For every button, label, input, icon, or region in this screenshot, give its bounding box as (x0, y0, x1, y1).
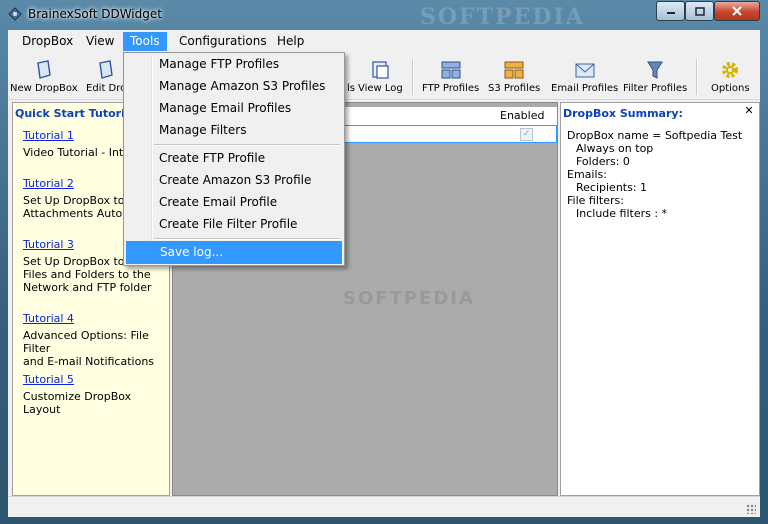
close-button[interactable] (714, 1, 760, 21)
s3-profiles-icon (504, 61, 524, 79)
app-icon (8, 7, 22, 21)
menu-item-manage-email-profiles[interactable]: Manage Email Profiles (126, 98, 340, 119)
summary-line: Include filters : * (576, 207, 668, 220)
close-icon[interactable]: ✕ (743, 105, 755, 117)
edit-dropbox-button[interactable]: Edit Dro (86, 59, 126, 94)
email-profiles-icon (575, 63, 595, 78)
menu-item-label: Manage Amazon S3 Profiles (159, 79, 326, 93)
view-log-button[interactable]: View Log (358, 59, 403, 94)
menu-item-label: Manage FTP Profiles (159, 57, 280, 71)
email-profiles-label: Email Profiles (551, 83, 619, 94)
tutorial-2-link[interactable]: Tutorial 2 (23, 177, 74, 190)
summary-line: File filters: (567, 194, 624, 207)
menu-item-save-log[interactable]: Save log... (126, 241, 342, 264)
menu-dropbox[interactable]: DropBox (15, 33, 80, 50)
summary-line: Always on top (576, 142, 654, 155)
new-dropbox-label: New DropBox (10, 83, 78, 94)
toolbar: New DropBox Edit Dro ls View Log FTP Pro… (8, 53, 760, 100)
menu-view[interactable]: View (79, 33, 121, 50)
watermark: SOFTPEDIA (420, 4, 585, 30)
options-button[interactable]: Options (711, 59, 750, 94)
edit-dropbox-label: Edit Dro (86, 83, 127, 94)
menu-item-label: Manage Filters (159, 123, 247, 137)
tutorial-1-link[interactable]: Tutorial 1 (23, 129, 74, 142)
client-area: DropBox View Tools Configurations Help N… (8, 30, 760, 517)
menu-item-create-email-profile[interactable]: Create Email Profile (126, 192, 340, 213)
tools-menu: Manage FTP Profiles Manage Amazon S3 Pro… (123, 52, 345, 266)
filter-profiles-button[interactable]: Filter Profiles (623, 59, 687, 94)
menu-help[interactable]: Help (270, 33, 311, 50)
minimize-button[interactable] (656, 1, 685, 21)
tutorial-4-link[interactable]: Tutorial 4 (23, 312, 74, 325)
menu-bar: DropBox View Tools Configurations Help (8, 30, 760, 52)
tutorial-5-desc: Customize DropBox Layout (23, 390, 132, 416)
menu-item-create-ftp-profile[interactable]: Create FTP Profile (126, 148, 340, 169)
tutorial-4-desc: Advanced Options: File Filter and E-mail… (23, 329, 155, 368)
close-icon (732, 6, 742, 16)
ftp-profiles-icon (441, 61, 461, 79)
menu-item-manage-filters[interactable]: Manage Filters (126, 120, 340, 141)
view-log-label: View Log (358, 83, 403, 94)
ftp-profiles-button[interactable]: FTP Profiles (422, 59, 479, 94)
gear-icon (722, 62, 739, 78)
s3-profiles-button[interactable]: S3 Profiles (488, 59, 540, 94)
softpedia-watermark-mark: SOFTPEDIA (343, 288, 475, 309)
summary-line: Emails: (567, 168, 607, 181)
menu-item-label: Manage Email Profiles (159, 101, 292, 115)
menu-item-label: Create File Filter Profile (159, 217, 298, 231)
menu-item-create-file-filter-profile[interactable]: Create File Filter Profile (126, 214, 340, 235)
view-log-icon (372, 61, 390, 79)
window-controls (656, 1, 760, 21)
menu-tools[interactable]: Tools (123, 32, 167, 51)
ftp-profiles-label: FTP Profiles (422, 83, 480, 94)
dropbox-summary-panel: DropBox Summary: ✕ DropBox name = Softpe… (560, 102, 760, 496)
s3-profiles-label: S3 Profiles (488, 83, 541, 94)
menu-configurations[interactable]: Configurations (172, 33, 274, 50)
resize-grip-icon[interactable] (746, 504, 756, 514)
menu-separator (154, 238, 340, 240)
enabled-checkbox[interactable]: ✓ (520, 128, 533, 141)
maximize-icon (694, 6, 705, 16)
menu-item-label: Create FTP Profile (159, 151, 266, 165)
email-profiles-button[interactable]: Email Profiles (551, 59, 618, 94)
toolbar-separator (412, 59, 414, 95)
menu-item-label: Create Email Profile (159, 195, 278, 209)
minimize-icon (666, 12, 675, 14)
tutorial-5-link[interactable]: Tutorial 5 (23, 373, 74, 386)
tutorial-3-link[interactable]: Tutorial 3 (23, 238, 74, 251)
toolbar-separator (696, 59, 698, 95)
summary-title: DropBox Summary: (563, 107, 683, 120)
menu-item-manage-s3-profiles[interactable]: Manage Amazon S3 Profiles (126, 76, 340, 97)
filter-profiles-icon (647, 61, 664, 79)
enabled-column-header[interactable]: Enabled (500, 109, 544, 122)
edit-dropbox-icon (99, 60, 113, 79)
new-dropbox-button[interactable]: New DropBox (10, 59, 78, 94)
menu-item-create-s3-profile[interactable]: Create Amazon S3 Profile (126, 170, 340, 191)
filter-profiles-label: Filter Profiles (623, 83, 688, 94)
tools-label: ls (347, 83, 355, 94)
summary-line: Recipients: 1 (576, 181, 648, 194)
app-window: BrainexSoft DDWidget SOFTPEDIA DropBox V… (0, 0, 768, 524)
summary-line: Folders: 0 (576, 155, 630, 168)
menu-item-label: Save log... (160, 245, 224, 259)
status-bar (8, 496, 760, 517)
summary-line: DropBox name = Softpedia Test (567, 129, 743, 142)
title-bar[interactable]: BrainexSoft DDWidget SOFTPEDIA (0, 0, 768, 30)
menu-item-manage-ftp-profiles[interactable]: Manage FTP Profiles (126, 54, 340, 75)
maximize-button[interactable] (685, 1, 714, 21)
window-title: BrainexSoft DDWidget (28, 7, 162, 21)
options-label: Options (711, 83, 750, 94)
menu-separator (154, 144, 340, 146)
menu-item-label: Create Amazon S3 Profile (159, 173, 312, 187)
new-dropbox-icon (37, 60, 51, 79)
